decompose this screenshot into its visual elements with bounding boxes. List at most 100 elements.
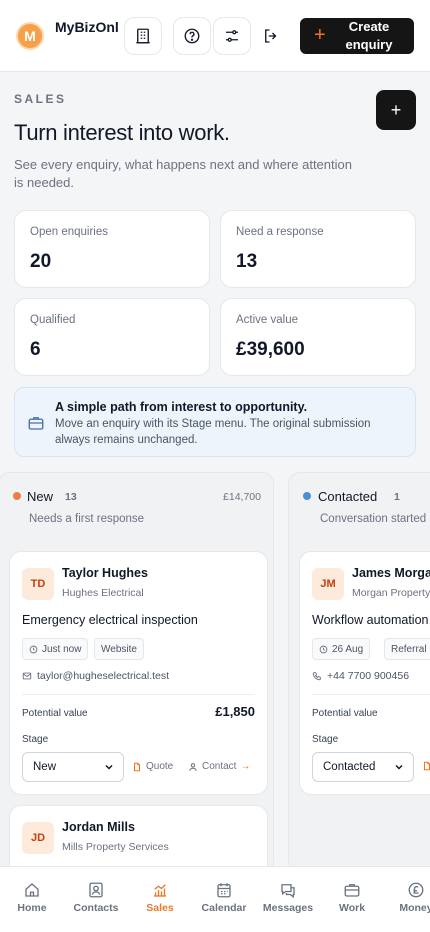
nav-label: Calendar <box>201 902 247 914</box>
email-text: taylor@hugheselectrical.test <box>37 670 170 682</box>
arrow-right-icon: → <box>240 761 251 772</box>
sliders-icon <box>226 30 238 42</box>
messages-icon <box>281 884 295 899</box>
column-subtitle: Conversation started <box>320 513 427 525</box>
help-button[interactable] <box>173 17 211 55</box>
phone-icon <box>312 672 321 681</box>
nav-contacts[interactable]: Contacts <box>64 881 128 914</box>
stage-value: Contacted <box>323 761 376 773</box>
chevron-down-icon <box>105 764 113 770</box>
info-heading: A simple path from interest to opportuni… <box>55 400 308 414</box>
mail-icon <box>22 672 32 680</box>
potential-value: £1,850 <box>215 704 255 719</box>
quote-doc-icon <box>424 761 430 771</box>
help-icon <box>184 28 200 44</box>
stat-label: Open enquiries <box>30 226 108 238</box>
phone-text: +44 7700 900456 <box>327 670 410 682</box>
plus-icon: + <box>390 99 402 120</box>
nav-label: Home <box>17 902 47 914</box>
stat-label: Active value <box>236 314 299 326</box>
enquiry-card[interactable]: JM James Morgan Morgan Property Workflow… <box>299 551 430 795</box>
enquiry-title: Emergency electrical inspection <box>22 613 198 627</box>
avatar: TD <box>22 568 54 600</box>
contact-label: Contact <box>202 761 237 772</box>
contact-name: James Morgan <box>352 566 430 580</box>
sales-chart-icon <box>154 884 166 897</box>
briefcase-icon <box>344 884 360 897</box>
stage-dot <box>303 492 311 500</box>
stage-select[interactable]: Contacted <box>312 752 414 782</box>
contact-phone[interactable]: +44 7700 900456 <box>312 670 409 682</box>
avatar: JM <box>312 568 344 600</box>
divider <box>312 694 430 695</box>
calendar-icon <box>217 883 231 898</box>
nav-label: Sales <box>146 902 174 914</box>
clock-icon <box>319 645 328 653</box>
enquiry-card[interactable]: TD Taylor Hughes Hughes Electrical Emerg… <box>9 551 268 795</box>
page-description: See every enquiry, what happens next and… <box>14 157 352 190</box>
stage-label: Stage <box>22 734 49 745</box>
create-enquiry-button[interactable]: + Create enquiry <box>300 18 414 54</box>
stat-value: 13 <box>236 251 258 272</box>
pipeline-column-contacted: Contacted 1 Conversation started JM Jame… <box>288 472 430 872</box>
stat-need-response: Need a response 13 <box>220 210 416 288</box>
stat-value: 20 <box>30 251 52 272</box>
divider <box>22 694 255 695</box>
stat-label: Need a response <box>236 226 324 238</box>
column-title: Contacted <box>318 489 378 504</box>
time-chip: Just now <box>22 638 89 660</box>
column-count: 13 <box>65 491 77 503</box>
contact-email[interactable]: taylor@hugheselectrical.test <box>22 670 169 682</box>
quote-action[interactable]: Quote <box>132 761 173 772</box>
nav-calendar[interactable]: Calendar <box>192 881 256 914</box>
nav-sales[interactable]: Sales <box>128 881 192 914</box>
stage-value: New <box>33 761 57 773</box>
column-title: New <box>27 489 54 504</box>
column-amount: £14,700 <box>223 491 261 503</box>
create-enquiry-label: Create enquiry <box>345 19 393 52</box>
contact-name: Taylor Hughes <box>62 566 148 580</box>
source-label: Website <box>101 643 137 655</box>
business-button[interactable] <box>124 17 162 55</box>
home-icon <box>25 883 39 897</box>
top-bar: M MyBizOnline OS + Create enquiry <box>0 0 430 72</box>
logo-letter: M <box>24 28 36 44</box>
chevron-down-icon <box>395 764 403 770</box>
stage-label: Stage <box>312 734 339 745</box>
enquiry-title: Workflow automation <box>312 613 429 627</box>
app-logo[interactable]: M <box>16 22 44 50</box>
page-title: Turn interest into work. <box>14 120 230 145</box>
nav-messages[interactable]: Messages <box>256 881 320 914</box>
quote-action[interactable] <box>422 761 430 771</box>
company-name: Hughes Electrical <box>62 587 144 599</box>
plus-icon: + <box>314 24 326 46</box>
stat-active-value: Active value £39,600 <box>220 298 416 376</box>
source-label: Referral <box>391 643 427 655</box>
nav-money[interactable]: Money <box>384 881 430 914</box>
quote-label: Quote <box>146 761 174 772</box>
contact-action[interactable]: Contact → <box>188 761 250 772</box>
quote-doc-icon <box>134 762 140 771</box>
stat-qualified: Qualified 6 <box>14 298 210 376</box>
source-chip: Referral <box>384 638 430 660</box>
stat-label: Qualified <box>30 314 76 326</box>
contact-name: Jordan Mills <box>62 820 135 834</box>
stage-select[interactable]: New <box>22 752 124 782</box>
stat-value: £39,600 <box>236 339 305 360</box>
stage-dot <box>13 492 21 500</box>
brand-name: MyBizOnline OS <box>55 19 119 35</box>
bottom-nav: Home Contacts Sales Calendar Messages Wo… <box>0 866 430 932</box>
stat-open-enquiries: Open enquiries 20 <box>14 210 210 288</box>
briefcase-icon <box>28 417 44 430</box>
potential-label: Potential value <box>312 708 378 719</box>
company-name: Mills Property Services <box>62 841 169 853</box>
nav-home[interactable]: Home <box>0 881 64 914</box>
add-button[interactable]: + <box>376 90 416 130</box>
time-chip: 26 Aug <box>312 638 371 660</box>
nav-work[interactable]: Work <box>320 881 384 914</box>
nav-label: Messages <box>262 902 314 914</box>
person-icon <box>189 762 197 771</box>
pipeline-column-new: New 13 £14,700 Needs a first response TD… <box>0 472 274 885</box>
settings-button[interactable] <box>213 17 251 55</box>
logout-button[interactable] <box>252 17 290 55</box>
